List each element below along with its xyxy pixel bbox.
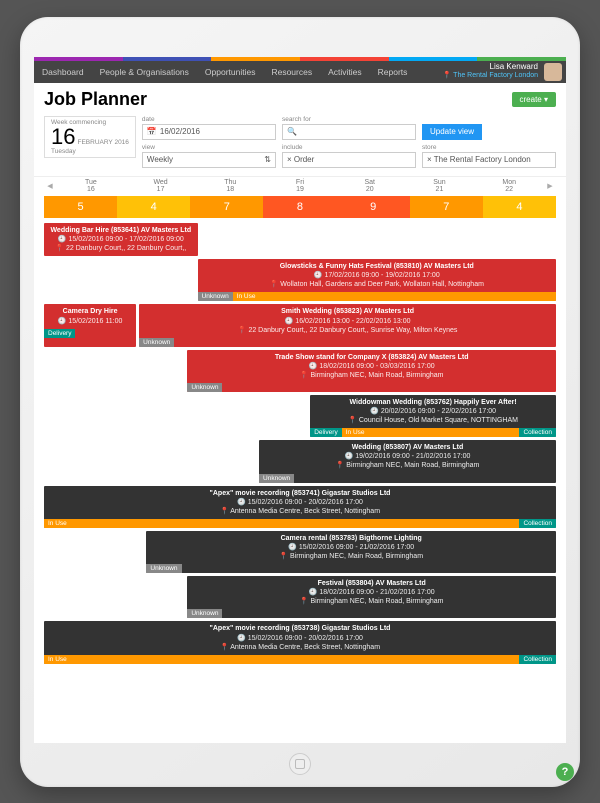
tablet-frame: DashboardPeople & OrganisationsOpportuni…: [20, 17, 580, 787]
create-button[interactable]: create ▾: [512, 92, 556, 107]
nav-reports[interactable]: Reports: [370, 61, 416, 83]
phase-inuse: In Use: [342, 428, 520, 437]
phase-collection: Collection: [519, 519, 556, 528]
day-count[interactable]: 7: [410, 196, 483, 218]
day-header: Tue16: [56, 179, 126, 194]
nav-people-organisations[interactable]: People & Organisations: [92, 61, 197, 83]
phase-unknown: Unknown: [187, 383, 222, 392]
week-commencing: Week commencing 16FEBRUARY 2016 Tuesday: [44, 116, 136, 158]
day-count[interactable]: 4: [483, 196, 556, 218]
include-select[interactable]: × Order: [282, 152, 416, 168]
day-header: Fri19: [265, 179, 335, 194]
tablet-home-button[interactable]: [289, 753, 311, 775]
job-card[interactable]: Smith Wedding (853823) AV Masters Ltd🕘 1…: [139, 304, 556, 346]
phase-unknown: Unknown: [139, 338, 174, 347]
phase-collection: Collection: [519, 655, 556, 664]
search-icon: 🔍: [287, 127, 297, 136]
nav-dashboard[interactable]: Dashboard: [34, 61, 92, 83]
day-count[interactable]: 5: [44, 196, 117, 218]
phase-unknown: Unknown: [198, 292, 233, 301]
phase-unknown: Unknown: [146, 564, 181, 573]
phase-inuse: In Use: [233, 292, 556, 301]
job-card[interactable]: Widdowman Wedding (853762) Happily Ever …: [310, 395, 556, 437]
job-card[interactable]: Festival (853804) AV Masters Ltd🕘 18/02/…: [187, 576, 556, 618]
date-input[interactable]: 📅16/02/2016: [142, 124, 276, 140]
store-select[interactable]: × The Rental Factory London: [422, 152, 556, 168]
job-card[interactable]: Wedding Bar Hire (853641) AV Masters Ltd…: [44, 223, 198, 256]
next-week[interactable]: ▶: [544, 179, 556, 194]
job-card[interactable]: "Apex" movie recording (853741) Gigastar…: [44, 486, 556, 528]
avatar[interactable]: [544, 63, 562, 81]
nav-opportunities[interactable]: Opportunities: [197, 61, 264, 83]
phase-delivery: Delivery: [310, 428, 341, 437]
day-header: Mon22: [474, 179, 544, 194]
job-card[interactable]: Trade Show stand for Company X (853824) …: [187, 350, 556, 392]
day-count[interactable]: 7: [190, 196, 263, 218]
screen: DashboardPeople & OrganisationsOpportuni…: [34, 57, 566, 743]
calendar-icon: 📅: [147, 127, 157, 136]
job-card[interactable]: Camera rental (853783) Bigthorne Lightin…: [146, 531, 556, 573]
day-count[interactable]: 8: [263, 196, 336, 218]
prev-week[interactable]: ◀: [44, 179, 56, 194]
day-count[interactable]: 9: [337, 196, 410, 218]
nav-resources[interactable]: Resources: [263, 61, 320, 83]
user-name: Lisa Kenward: [443, 63, 538, 72]
search-input[interactable]: 🔍: [282, 124, 416, 140]
day-header: Thu18: [195, 179, 265, 194]
page-title: Job Planner: [44, 89, 512, 110]
day-header: Wed17: [126, 179, 196, 194]
phase-unknown: Unknown: [187, 609, 222, 618]
job-card[interactable]: "Apex" movie recording (853738) Gigastar…: [44, 621, 556, 663]
update-view-button[interactable]: Update view: [422, 124, 482, 140]
view-select[interactable]: Weekly⇅: [142, 152, 276, 168]
user-location: 📍 The Rental Factory London: [443, 72, 538, 80]
phase-collection: Collection: [519, 428, 556, 437]
day-header: Sun21: [405, 179, 475, 194]
main-nav: DashboardPeople & OrganisationsOpportuni…: [34, 61, 566, 83]
job-card[interactable]: Glowsticks & Funny Hats Festival (853810…: [198, 259, 556, 301]
filter-bar: Week commencing 16FEBRUARY 2016 Tuesday …: [34, 112, 566, 177]
phase-delivery: Delivery: [44, 329, 75, 338]
job-card[interactable]: Wedding (853807) AV Masters Ltd🕘 19/02/2…: [259, 440, 556, 482]
phase-unknown: Unknown: [259, 474, 294, 483]
user-block[interactable]: Lisa Kenward 📍 The Rental Factory London: [443, 63, 542, 79]
phase-inuse: In Use: [44, 655, 519, 664]
nav-activities[interactable]: Activities: [320, 61, 370, 83]
phase-inuse: In Use: [44, 519, 519, 528]
jobs-timeline: Wedding Bar Hire (853641) AV Masters Ltd…: [34, 218, 566, 674]
calendar-header: ◀ Tue16Wed17Thu18Fri19Sat20Sun21Mon22 ▶: [34, 177, 566, 196]
day-count[interactable]: 4: [117, 196, 190, 218]
day-header: Sat20: [335, 179, 405, 194]
job-card[interactable]: Camera Dry Hire🕘 15/02/2016 11:00Deliver…: [44, 304, 136, 346]
day-counts: 5478974: [34, 196, 566, 218]
